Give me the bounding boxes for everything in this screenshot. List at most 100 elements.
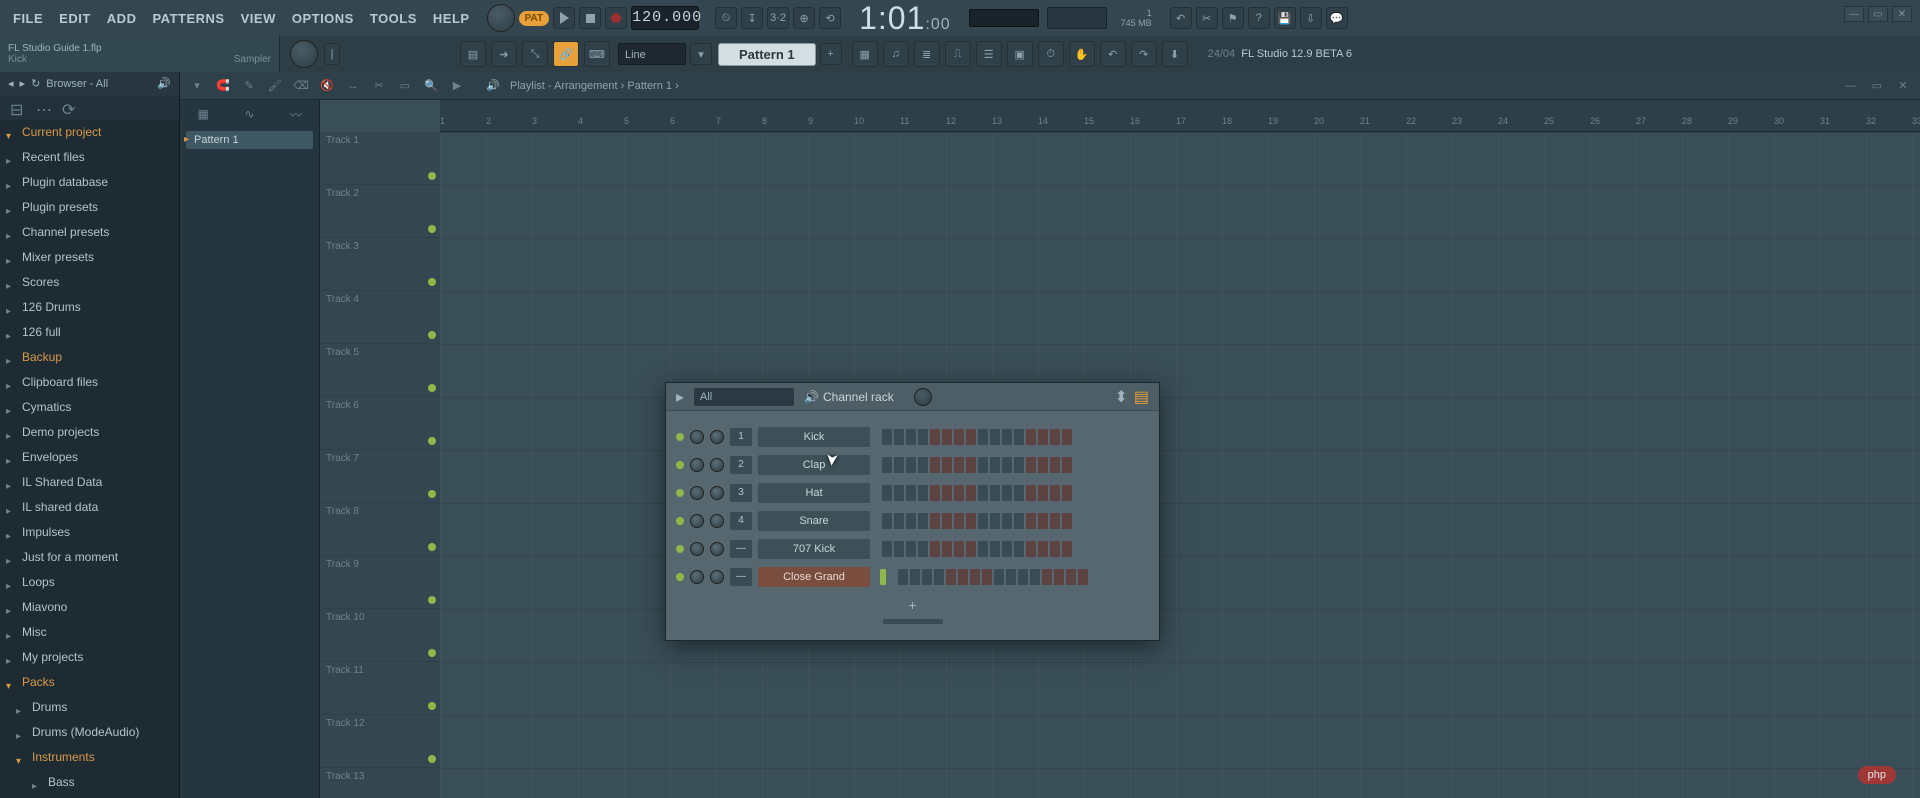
step-button[interactable]: [1014, 513, 1024, 529]
channel-name-button[interactable]: Hat: [758, 483, 870, 503]
step-button[interactable]: [918, 457, 928, 473]
browser-item[interactable]: Just for a moment: [0, 545, 179, 570]
channel-pan-knob[interactable]: [690, 514, 704, 528]
track-header[interactable]: Track 11: [320, 662, 440, 715]
brush-icon[interactable]: 🖌: [266, 77, 284, 95]
browser-back-icon[interactable]: ◂: [8, 72, 14, 96]
step-button[interactable]: [1062, 513, 1072, 529]
master-volume-knob[interactable]: [487, 4, 515, 32]
browser-item[interactable]: Drums: [0, 695, 179, 720]
step-button[interactable]: [942, 541, 952, 557]
browser-item[interactable]: Mixer presets: [0, 245, 179, 270]
channel-mixer-route[interactable]: 1: [730, 428, 752, 446]
channel-name-button[interactable]: Snare: [758, 511, 870, 531]
track-header[interactable]: Track 2: [320, 185, 440, 238]
step-button[interactable]: [930, 485, 940, 501]
channel-mixer-route[interactable]: 3: [730, 484, 752, 502]
loop-record-icon[interactable]: ⟲: [819, 7, 841, 29]
channel-mute-led[interactable]: [676, 573, 684, 581]
track-mute-led[interactable]: [428, 649, 436, 657]
step-seq-icon[interactable]: ▤: [1134, 387, 1149, 407]
browser-item[interactable]: Envelopes: [0, 445, 179, 470]
snap-menu-icon[interactable]: ▾: [690, 43, 712, 65]
channel-name-button[interactable]: 707 Kick: [758, 539, 870, 559]
step-button[interactable]: [882, 429, 892, 445]
step-button[interactable]: [906, 513, 916, 529]
view-playlist-icon[interactable]: ▦: [852, 41, 878, 67]
channel-name-button[interactable]: Clap: [758, 455, 870, 475]
channel-step-seq[interactable]: [882, 541, 1072, 557]
step-button[interactable]: [1050, 485, 1060, 501]
maximize-button[interactable]: ▭: [1868, 6, 1888, 22]
menu-file[interactable]: FILE: [8, 7, 48, 30]
channel-vol-knob[interactable]: [710, 514, 724, 528]
slip-icon[interactable]: ↔: [344, 77, 362, 95]
countdown-icon[interactable]: 3·2: [767, 7, 789, 29]
step-button[interactable]: [990, 513, 1000, 529]
tempo-display[interactable]: 120.000: [631, 6, 699, 30]
step-button[interactable]: [1038, 485, 1048, 501]
channel-pan-knob[interactable]: [690, 570, 704, 584]
step-button[interactable]: [990, 485, 1000, 501]
menu-tools[interactable]: TOOLS: [365, 7, 422, 30]
step-button[interactable]: [966, 457, 976, 473]
browser-item[interactable]: Channel presets: [0, 220, 179, 245]
browser-item[interactable]: Miavono: [0, 595, 179, 620]
channel-pan-knob[interactable]: [690, 486, 704, 500]
browser-item[interactable]: Clipboard files: [0, 370, 179, 395]
step-button[interactable]: [954, 429, 964, 445]
browser-item[interactable]: Packs: [0, 670, 179, 695]
send-to-playlist-icon[interactable]: ➜: [491, 41, 517, 67]
browser-item[interactable]: Plugin presets: [0, 195, 179, 220]
step-button[interactable]: [930, 429, 940, 445]
help-icon[interactable]: ?: [1248, 7, 1270, 29]
channel-name-button[interactable]: Close Grand: [758, 567, 870, 587]
step-button[interactable]: [942, 457, 952, 473]
step-button[interactable]: [978, 457, 988, 473]
step-button[interactable]: [1006, 569, 1016, 585]
step-button[interactable]: [1050, 429, 1060, 445]
close-windows-icon[interactable]: ⤡: [522, 41, 548, 67]
visualizer-slot[interactable]: [1047, 7, 1107, 29]
pattern-selector[interactable]: Pattern 1: [718, 43, 816, 66]
step-button[interactable]: [1026, 485, 1036, 501]
playlist-menu-icon[interactable]: ▾: [188, 77, 206, 95]
pattern-song-toggle[interactable]: PAT: [519, 11, 550, 26]
channel-mute-led[interactable]: [676, 489, 684, 497]
step-button[interactable]: [894, 457, 904, 473]
browser-item[interactable]: Backup: [0, 345, 179, 370]
record-button[interactable]: [605, 7, 627, 29]
track-mute-led[interactable]: [428, 384, 436, 392]
chat-icon[interactable]: 💬: [1326, 7, 1348, 29]
channel-mixer-route[interactable]: 2: [730, 456, 752, 474]
step-button[interactable]: [1038, 513, 1048, 529]
step-button[interactable]: [882, 485, 892, 501]
channel-mixer-route[interactable]: 4: [730, 512, 752, 530]
browser-collapse-icon[interactable]: ⊟: [10, 100, 26, 116]
step-button[interactable]: [954, 457, 964, 473]
step-button[interactable]: [1014, 429, 1024, 445]
step-button[interactable]: [1038, 429, 1048, 445]
step-button[interactable]: [1002, 541, 1012, 557]
picker-tab-automation[interactable]: 〰: [283, 104, 309, 124]
step-button[interactable]: [894, 429, 904, 445]
mic-icon[interactable]: ✂: [1196, 7, 1218, 29]
channel-pan-knob[interactable]: [690, 542, 704, 556]
step-button[interactable]: [906, 485, 916, 501]
select-icon[interactable]: ▭: [396, 77, 414, 95]
step-button[interactable]: [1002, 429, 1012, 445]
step-button[interactable]: [1014, 457, 1024, 473]
step-button[interactable]: [946, 569, 956, 585]
step-button[interactable]: [934, 569, 944, 585]
step-button[interactable]: [882, 457, 892, 473]
playlist-close-icon[interactable]: ✕: [1894, 77, 1912, 95]
metronome-icon[interactable]: ⏲: [715, 7, 737, 29]
step-button[interactable]: [978, 429, 988, 445]
browser-item[interactable]: 126 full: [0, 320, 179, 345]
step-button[interactable]: [982, 569, 992, 585]
playlist-ruler[interactable]: 1234567891011121314151617181920212223242…: [440, 100, 1920, 132]
snap-mode-select[interactable]: Line: [618, 43, 686, 65]
track-mute-led[interactable]: [428, 755, 436, 763]
track-mute-led[interactable]: [428, 278, 436, 286]
browser-item[interactable]: IL shared data: [0, 495, 179, 520]
